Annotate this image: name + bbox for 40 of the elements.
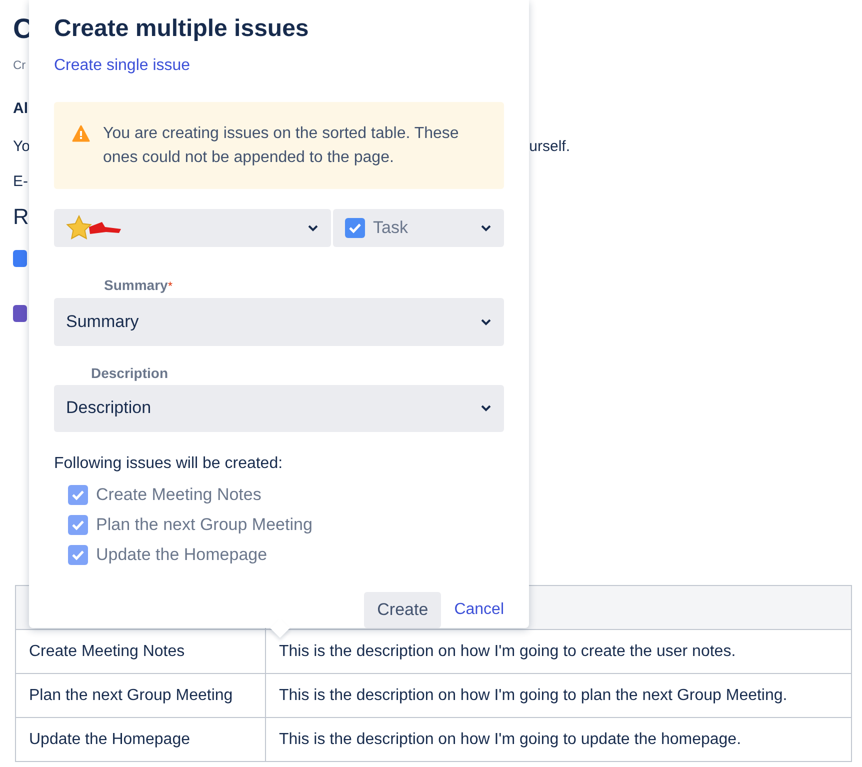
single-issue-link[interactable]: Create single issue [54,57,190,74]
issues-heading: Following issues will be created: [54,454,284,474]
checkbox[interactable] [68,545,88,565]
issue-label: Plan the next Group Meeting [96,515,312,535]
checkbox[interactable] [68,515,88,535]
dialog-title: Create multiple issues [54,14,310,44]
create-button[interactable]: Create [364,592,442,628]
body-text: E- [13,173,28,190]
table-cell: This is the description on how I'm going to plan the next Group Meeting. [266,674,852,718]
field-label: Description [91,364,168,382]
chevron-down-icon [307,224,319,232]
body-text: urself. [529,138,570,155]
field-select[interactable]: Description [54,384,504,432]
scribble-mark [88,221,122,235]
required-mark: * [168,278,172,295]
field-select[interactable]: Summary [54,298,504,346]
chevron-down-icon [480,404,492,412]
field-label: Summary [104,276,168,294]
warning-icon [72,125,90,142]
section-heading: R [13,204,29,230]
body-text: Yo [13,138,30,155]
table-cell: Update the Homepage [16,718,266,762]
warning-text: You are creating issues on the sorted table. These ones could not be appended to the page. [103,124,460,168]
chevron-down-icon [480,224,492,232]
issue-label: Update the Homepage [96,545,268,565]
section-label: Al [13,100,28,117]
star-icon [66,215,92,241]
checkbox[interactable] [68,485,88,505]
issue-type-select[interactable]: Task [333,209,504,247]
table-cell: This is the description on how I'm going to update the homepage. [266,718,852,762]
issue-label: Create Meeting Notes [96,485,262,505]
chevron-down-icon [480,318,492,326]
breadcrumb-text: Cr [13,58,26,72]
checkbox-icon[interactable] [345,218,365,238]
cancel-link[interactable]: Cancel [454,601,504,619]
project-select[interactable] [54,209,331,247]
table-cell: Create Meeting Notes [16,630,266,674]
table-cell: Plan the next Group Meeting [16,674,266,718]
user-icon [13,305,27,322]
document-icon [13,250,27,267]
